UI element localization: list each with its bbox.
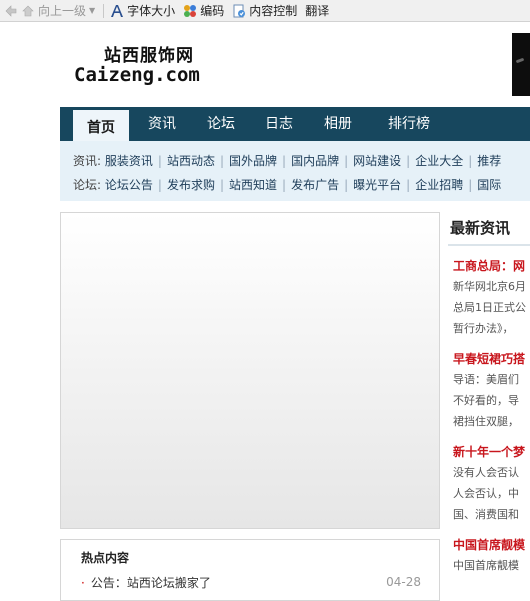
news-summary-line: 新华网北京6月 — [453, 280, 526, 293]
encoding-icon — [183, 4, 197, 18]
divider: | — [219, 178, 224, 192]
encoding-label: 编码 — [200, 4, 225, 18]
subnav-link[interactable]: 发布求购 — [167, 178, 215, 192]
subnav-link[interactable]: 网站建设 — [353, 154, 401, 168]
back-up-button[interactable]: 向上一级 ▼ — [4, 2, 95, 19]
news-summary: 中国首席靓模 — [448, 555, 530, 576]
subnav-news-row: 资讯: 服装资讯 | 站西动态 | 国外品牌 | 国内品牌 | 网站建设 | 企业大全 | 推荐 — [73, 152, 501, 169]
divider: | — [282, 154, 287, 168]
divider: | — [157, 154, 162, 168]
banner-mark-icon — [515, 57, 525, 64]
subnav-forum-label: 论坛: — [73, 178, 102, 192]
subnav-link[interactable]: 发布广告 — [291, 178, 339, 192]
news-summary: 没有人会否认 人会否认，中 国、消费国和 — [448, 462, 530, 525]
toolbar-separator — [103, 3, 105, 18]
subnav-link[interactable]: 企业招聘 — [415, 178, 463, 192]
subnav-forum-row: 论坛: 论坛公告 | 发布求购 | 站西知道 | 发布广告 | 曝光平台 | 企业招聘 | 国际 — [73, 176, 501, 193]
subnav-link[interactable]: 国内品牌 — [291, 154, 339, 168]
content-control-icon — [232, 4, 246, 18]
nav-item-home[interactable]: 首页 — [73, 110, 129, 144]
nav-item-news[interactable]: 资讯 — [134, 107, 190, 141]
news-summary: 新华网北京6月 总局1日正式公 暂行办法》， — [448, 276, 530, 339]
content-control-button[interactable]: 内容控制 — [232, 2, 297, 19]
nav-item-album[interactable]: 相册 — [310, 107, 366, 141]
hot-content-panel: 热点内容 · 公告：站西论坛搬家了 04-28 — [60, 539, 440, 601]
divider: | — [219, 154, 224, 168]
news-headline[interactable]: 工商总局：网 — [448, 258, 530, 274]
home-up-icon — [21, 4, 35, 18]
divider: | — [282, 178, 287, 192]
featured-slider[interactable] — [60, 212, 440, 529]
news-item: 中国首席靓模 中国首席靓模 — [448, 537, 530, 576]
news-summary-line: 导语：美眉们 — [453, 373, 519, 386]
header-banner-ad[interactable] — [512, 33, 530, 96]
news-headline[interactable]: 新十年一个梦 — [448, 444, 530, 460]
subnav-link[interactable]: 国外品牌 — [229, 154, 277, 168]
main-nav: 首页 资讯 论坛 日志 相册 排行榜 — [60, 107, 530, 144]
latest-news-panel: 最新资讯 工商总局：网 新华网北京6月 总局1日正式公 暂行办法》， 早春短裙巧… — [448, 212, 530, 587]
back-up-label: 向上一级 — [38, 4, 87, 18]
subnav-link[interactable]: 服装资讯 — [105, 154, 153, 168]
logo-chinese: 站西服饰网 — [104, 46, 194, 66]
divider: | — [468, 178, 473, 192]
divider: | — [468, 154, 473, 168]
subnav-link[interactable]: 企业大全 — [415, 154, 463, 168]
news-summary-line: 不好看的，导 — [453, 394, 519, 407]
news-summary-line: 国、消费国和 — [453, 508, 519, 521]
logo-english: Caizeng.com — [74, 64, 200, 86]
latest-news-title: 最新资讯 — [448, 212, 530, 246]
translate-button[interactable]: 翻译 — [305, 2, 329, 19]
subnav-link[interactable]: 站西知道 — [229, 178, 277, 192]
nav-item-blog[interactable]: 日志 — [251, 107, 307, 141]
hot-list-item[interactable]: · 公告：站西论坛搬家了 04-28 — [81, 574, 421, 591]
translate-label: 翻译 — [305, 4, 330, 18]
font-size-label: 字体大小 — [127, 4, 176, 18]
subnav-link[interactable]: 站西动态 — [167, 154, 215, 168]
encoding-button[interactable]: 编码 — [183, 2, 224, 19]
news-headline[interactable]: 早春短裙巧搭 — [448, 351, 530, 367]
news-item: 新十年一个梦 没有人会否认 人会否认，中 国、消费国和 — [448, 444, 530, 525]
divider: | — [406, 154, 411, 168]
nav-item-forum[interactable]: 论坛 — [193, 107, 249, 141]
sub-nav: 资讯: 服装资讯 | 站西动态 | 国外品牌 | 国内品牌 | 网站建设 | 企业大全 | 推荐 论坛:… — [60, 141, 530, 201]
subnav-link[interactable]: 推荐 — [477, 154, 501, 168]
news-summary-line: 中国首席靓模 — [453, 559, 519, 572]
news-summary-line: 裙挡住双腿， — [453, 415, 519, 428]
subnav-link[interactable]: 论坛公告 — [105, 178, 153, 192]
news-summary-line: 人会否认，中 — [453, 487, 519, 500]
font-size-button[interactable]: 字体大小 — [110, 2, 175, 19]
subnav-link[interactable]: 曝光平台 — [353, 178, 401, 192]
content-control-label: 内容控制 — [249, 4, 298, 18]
font-size-icon — [110, 4, 124, 18]
divider: | — [344, 154, 349, 168]
site-logo[interactable]: 站西服饰网 Caizeng.com — [74, 47, 200, 85]
hot-content-title: 热点内容 — [81, 551, 130, 565]
divider: | — [157, 178, 162, 192]
news-headline[interactable]: 中国首席靓模 — [448, 537, 530, 553]
news-item: 工商总局：网 新华网北京6月 总局1日正式公 暂行办法》， — [448, 258, 530, 339]
news-summary-line: 暂行办法》， — [453, 322, 514, 335]
news-summary: 导语：美眉们 不好看的，导 裙挡住双腿， — [448, 369, 530, 432]
news-item: 早春短裙巧搭 导语：美眉们 不好看的，导 裙挡住双腿， — [448, 351, 530, 432]
bullet-icon: · — [81, 576, 85, 590]
news-summary-line: 总局1日正式公 — [453, 301, 526, 314]
divider: | — [406, 178, 411, 192]
news-summary-line: 没有人会否认 — [453, 466, 519, 479]
nav-item-ranking[interactable]: 排行榜 — [376, 107, 442, 141]
arrow-left-icon — [4, 4, 18, 18]
hot-item-text: 公告：站西论坛搬家了 — [90, 576, 211, 590]
subnav-link[interactable]: 国际 — [477, 178, 501, 192]
dropdown-arrow-icon: ▼ — [89, 6, 96, 15]
browser-toolbar: 向上一级 ▼ 字体大小 编码 内容控制 翻译 — [0, 0, 530, 22]
divider: | — [344, 178, 349, 192]
subnav-news-label: 资讯: — [73, 154, 102, 168]
